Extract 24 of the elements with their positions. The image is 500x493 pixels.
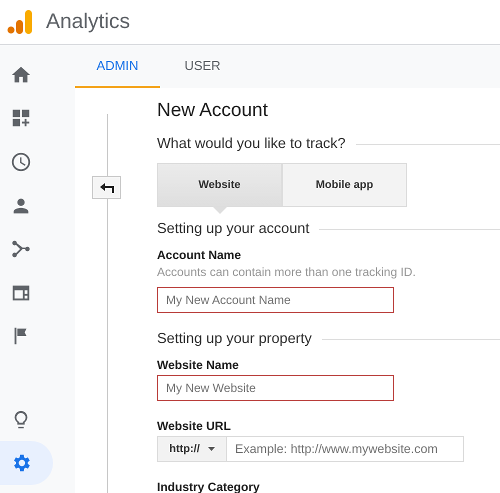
- text-field[interactable]: My New Account Name: [157, 287, 394, 313]
- field-label: Website Name: [157, 358, 240, 372]
- protocol-dropdown[interactable]: http://: [157, 436, 227, 462]
- clock-icon: [10, 150, 32, 173]
- toggle-option[interactable]: Website: [157, 163, 282, 207]
- caret-icon: [208, 447, 215, 451]
- dashboard-icon: [10, 107, 32, 130]
- pointer-arrow: [212, 207, 226, 214]
- nav-item[interactable]: [0, 441, 53, 485]
- page-title: New Account: [157, 100, 269, 122]
- section-heading: Setting up your property: [157, 331, 312, 347]
- field-label: Website URL: [157, 419, 232, 433]
- section-heading: Setting up your account: [157, 221, 310, 237]
- logo-icon: [6, 9, 32, 35]
- app-title: Analytics: [46, 10, 130, 34]
- toggle-option[interactable]: Mobile app: [282, 163, 407, 207]
- field-label: Account Name: [157, 248, 242, 262]
- section-heading: What would you like to track?: [157, 136, 346, 152]
- tab[interactable]: USER: [160, 45, 245, 89]
- back-button[interactable]: [92, 176, 121, 199]
- back-arrow-icon: [100, 182, 114, 192]
- text-field[interactable]: My New Website: [157, 375, 394, 401]
- url-field[interactable]: Example: http://www.mywebsite.com: [227, 436, 464, 462]
- field-hint: Accounts can contain more than one tracking ID.: [157, 265, 417, 279]
